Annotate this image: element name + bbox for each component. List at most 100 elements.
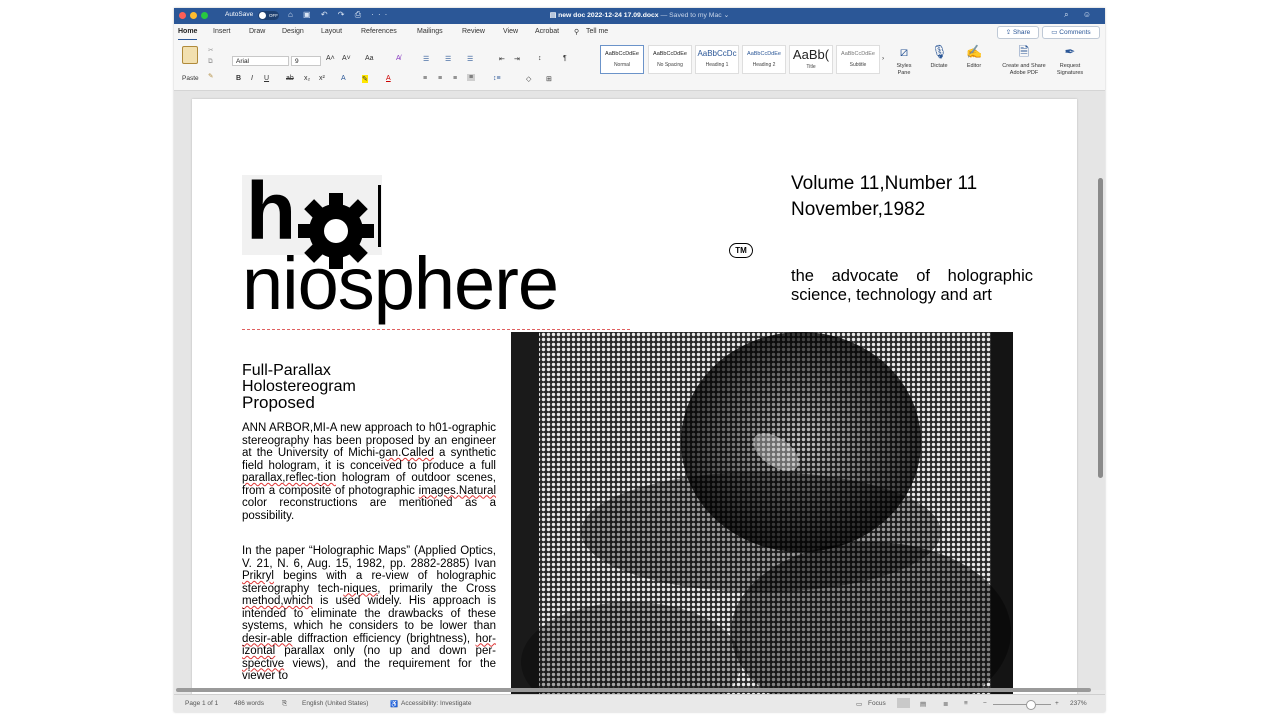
text-run: diffraction efficiency (brightness),: [292, 632, 476, 645]
text-effects-icon[interactable]: A: [341, 75, 346, 82]
proofing-icon[interactable]: ⎘: [282, 700, 287, 708]
article-paragraph-2[interactable]: In the paper “Holographic Maps” (Applied…: [242, 545, 496, 683]
zoom-slider-knob[interactable]: [1026, 700, 1036, 710]
document-page[interactable]: h niosphere TM Volume 11,Number 11 Novem…: [192, 99, 1077, 712]
hologram-photo[interactable]: [511, 332, 1013, 712]
pilcrow-icon[interactable]: ¶: [563, 55, 567, 62]
misspelled-word[interactable]: desir-able: [242, 633, 293, 645]
copy-icon[interactable]: ⧉: [208, 58, 213, 66]
tab-mailings[interactable]: Mailings: [417, 28, 443, 35]
cut-icon[interactable]: ✂: [208, 46, 213, 54]
zoom-level[interactable]: 237%: [1070, 700, 1087, 707]
underline-icon[interactable]: U: [264, 75, 269, 82]
search-and-account-icons[interactable]: ⌕ ☺: [1064, 10, 1097, 20]
shading-icon[interactable]: ◇: [526, 75, 531, 83]
align-center-icon[interactable]: ≡: [438, 75, 442, 82]
page-count[interactable]: Page 1 of 1: [185, 700, 218, 707]
style-no-spacing[interactable]: AaBbCcDdEe No Spacing: [648, 45, 692, 74]
tagline: the advocate of holographic science, tec…: [791, 267, 1033, 304]
text-run: color reconstructions are mentioned as a…: [242, 497, 496, 522]
superscript-icon[interactable]: x²: [319, 75, 325, 82]
format-painter-icon[interactable]: ✎: [208, 72, 213, 80]
borders-icon[interactable]: ⊞: [546, 75, 552, 83]
style-heading-1[interactable]: AaBbCcDc Heading 1: [695, 45, 739, 74]
misspelled-word[interactable]: Prikryl: [242, 570, 274, 582]
align-left-icon[interactable]: ≡: [423, 75, 427, 82]
numbering-icon[interactable]: ☰: [445, 55, 451, 63]
subscript-icon[interactable]: x₂: [304, 75, 310, 82]
clipboard-icon[interactable]: [182, 46, 198, 64]
font-size-select[interactable]: 9: [291, 56, 321, 66]
styles-more-chevron-icon[interactable]: ›: [882, 55, 884, 62]
paste-label[interactable]: Paste: [182, 75, 199, 82]
editor-button[interactable]: ✍ Editor: [961, 44, 987, 70]
styles-pane-button[interactable]: ⧄ Styles Pane: [891, 44, 917, 76]
tab-references[interactable]: References: [361, 28, 397, 35]
spellcheck-underline: [242, 329, 630, 330]
outline-view-icon[interactable]: ≣: [943, 700, 948, 708]
word-count[interactable]: 486 words: [234, 700, 264, 707]
zoom-slider-track[interactable]: [993, 704, 1051, 705]
font-color-icon[interactable]: A: [386, 75, 391, 82]
request-signatures-button[interactable]: ✒ Request Signatures: [1053, 44, 1087, 76]
language-status[interactable]: English (United States): [302, 700, 368, 707]
style-sample: AaBb(: [792, 47, 830, 62]
style-name: Heading 1: [705, 62, 729, 68]
style-normal[interactable]: AaBbCcDdEe Normal: [600, 45, 644, 74]
zoom-in-icon[interactable]: +: [1055, 700, 1059, 707]
saved-status[interactable]: — Saved to my Mac ⌄: [659, 12, 729, 19]
tab-review[interactable]: Review: [462, 28, 485, 35]
dictate-button[interactable]: 🎙 Dictate: [926, 44, 952, 70]
misspelled-word[interactable]: method,which: [242, 595, 313, 607]
print-layout-view-icon[interactable]: [897, 698, 910, 708]
bullets-icon[interactable]: ☰: [423, 55, 429, 63]
document-canvas[interactable]: h niosphere TM Volume 11,Number 11 Novem…: [174, 91, 1105, 712]
article-paragraph-1[interactable]: ANN ARBOR,MI-A new approach to h01-ograp…: [242, 422, 496, 522]
create-share-pdf-button[interactable]: 🗎 Create and Share Adobe PDF: [995, 44, 1053, 76]
dictate-label: Dictate: [930, 63, 948, 69]
misspelled-word[interactable]: spective: [242, 658, 284, 670]
tell-me-search[interactable]: Tell me: [586, 28, 608, 35]
style-subtitle[interactable]: AaBbCcDdEe Subtitle: [836, 45, 880, 74]
bold-icon[interactable]: B: [236, 75, 241, 82]
italic-icon[interactable]: I: [251, 75, 253, 82]
font-name-select[interactable]: Arial: [232, 56, 289, 66]
share-button[interactable]: ⇪ Share: [997, 26, 1039, 39]
increase-indent-icon[interactable]: ⇥: [514, 55, 520, 63]
sort-icon[interactable]: ↕: [538, 55, 542, 62]
tab-home[interactable]: Home: [178, 28, 198, 41]
accessibility-status[interactable]: Accessibility: Investigate: [401, 700, 471, 707]
style-name: Heading 2: [752, 62, 776, 68]
tab-acrobat[interactable]: Acrobat: [535, 28, 559, 35]
tab-view[interactable]: View: [503, 28, 518, 35]
justify-icon[interactable]: ≡: [467, 74, 476, 81]
focus-icon: ▭: [856, 701, 863, 708]
decrease-indent-icon[interactable]: ⇤: [499, 55, 505, 63]
draft-view-icon[interactable]: ≡: [964, 700, 968, 707]
line-spacing-icon[interactable]: ↕≡: [493, 75, 501, 82]
comments-button[interactable]: ▭ Comments: [1042, 26, 1100, 39]
highlight-icon[interactable]: ✎: [362, 75, 368, 83]
shrink-font-icon[interactable]: A˅: [342, 55, 351, 62]
grow-font-icon[interactable]: A˄: [326, 55, 335, 62]
misspelled-word[interactable]: gan.Called: [379, 447, 434, 459]
zoom-out-icon[interactable]: −: [983, 700, 987, 707]
tab-design[interactable]: Design: [282, 28, 304, 35]
tab-insert[interactable]: Insert: [213, 28, 231, 35]
align-right-icon[interactable]: ≡: [453, 75, 457, 82]
multilevel-list-icon[interactable]: ☰: [467, 55, 473, 63]
clear-format-icon[interactable]: A̸: [396, 55, 401, 62]
vertical-scrollbar[interactable]: [1098, 178, 1103, 478]
style-heading-2[interactable]: AaBbCcDdEe Heading 2: [742, 45, 786, 74]
focus-mode-button[interactable]: Focus: [868, 700, 886, 707]
horizontal-scrollbar[interactable]: [176, 688, 1091, 692]
misspelled-word[interactable]: images.Natural: [419, 485, 496, 497]
misspelled-word[interactable]: niques,: [343, 583, 380, 595]
misspelled-word[interactable]: parallax,reflec-tion: [242, 472, 336, 484]
style-title[interactable]: AaBb(Title: [789, 45, 833, 74]
tab-draw[interactable]: Draw: [249, 28, 265, 35]
web-layout-view-icon[interactable]: ▤: [920, 700, 926, 708]
change-case-icon[interactable]: Aa: [365, 55, 374, 62]
strikethrough-icon[interactable]: ab: [286, 75, 294, 82]
tab-layout[interactable]: Layout: [321, 28, 342, 35]
